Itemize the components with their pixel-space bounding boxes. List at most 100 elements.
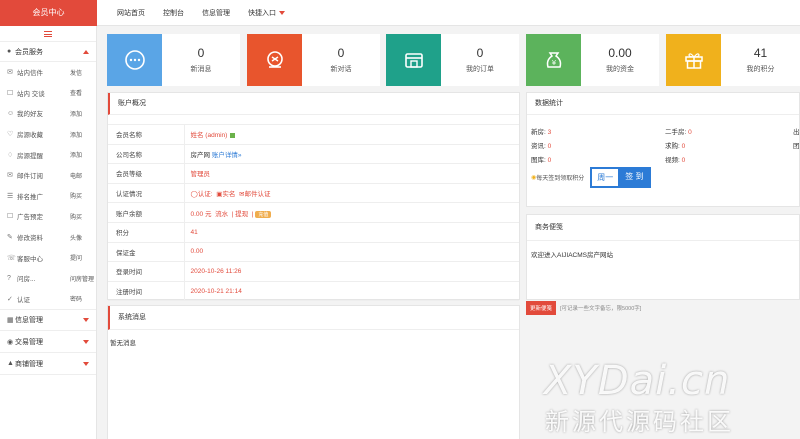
sign-in-button[interactable]: 签 到 — [619, 168, 650, 187]
stat-my-orders[interactable]: 0 我的订单 — [386, 34, 519, 86]
sidebar-item[interactable]: ♢ 房源提醒 添加 — [0, 144, 96, 165]
sign-hint: 每天签到领取积分 — [536, 176, 585, 182]
stat-caption: 新消息 — [190, 66, 212, 73]
email-cert-link[interactable]: 邮件认证 — [244, 191, 270, 198]
stat-group[interactable]: 团 — [793, 140, 800, 150]
sidebar-item-action[interactable]: 头像 — [70, 233, 96, 242]
flow-link[interactable]: 流水 — [215, 211, 228, 218]
sign-row: ◉ 每天签到领取积分 周一 签 到 — [527, 167, 799, 188]
watermark-text: 新源代源码社区 — [545, 408, 734, 436]
account-detail-link[interactable]: 账户详情» — [212, 152, 242, 159]
table-row: 会员等级 管理员 — [108, 163, 519, 184]
stat-news[interactable]: 资讯: 0 — [531, 140, 551, 150]
sidebar-section-info[interactable]: ▦ 信息管理 — [0, 309, 96, 332]
svg-text:¥: ¥ — [551, 59, 556, 67]
sidebar-item-label: 排名推广 — [17, 193, 43, 201]
message-icon — [107, 34, 162, 86]
brand-title[interactable]: 会员中心 — [0, 0, 97, 26]
stat-newhouse[interactable]: 新房: 3 — [531, 126, 551, 136]
top-nav: 网站首页 控制台 信息管理 快捷入口 — [108, 0, 294, 26]
sidebar-item[interactable]: ☺ 我的好友 添加 — [0, 103, 96, 124]
menu-toggle[interactable] — [0, 26, 96, 42]
account-overview-panel: 账户概况 会员名称 姓名 (admin) 公司名称 房产网 账户详情» 会员等级… — [107, 92, 520, 302]
sidebar-item-action[interactable]: 购买 — [70, 212, 96, 221]
money-icon: ¥ — [526, 34, 581, 86]
stat-my-funds[interactable]: ¥ 0.00 我的资金 — [526, 34, 659, 86]
sign-day: 周一 — [591, 168, 620, 187]
sidebar-item[interactable]: ☰ 排名推广 购买 — [0, 186, 96, 207]
deposit-value: 0.00 — [184, 242, 519, 263]
nav-console[interactable]: 控制台 — [154, 8, 193, 18]
table-row: 会员名称 姓名 (admin) — [108, 124, 519, 145]
stat-video[interactable]: 视频: 0 — [665, 154, 685, 164]
sidebar-item-action[interactable]: 购买 — [70, 191, 96, 200]
bell-icon: ♢ — [7, 151, 14, 159]
stat-value: 0 — [197, 46, 205, 60]
envelope-icon: ✉ — [7, 172, 13, 180]
sidebar-item[interactable]: ? 问房... 问房管理 — [0, 268, 96, 289]
sidebar-item[interactable]: ✉ 站内信件 发信 — [0, 62, 96, 83]
company-name: 房产网 — [190, 151, 211, 159]
stat-my-points[interactable]: 41 我的积分 — [666, 34, 800, 86]
sidebar-item[interactable]: ☐ 广告预定 购买 — [0, 206, 96, 227]
sidebar-item-action[interactable]: 添加 — [70, 130, 96, 139]
stat-value: 0 — [337, 46, 345, 60]
sign-widget: 周一 签 到 — [590, 167, 651, 188]
recharge-button[interactable]: 充值 — [255, 210, 272, 218]
sidebar-item-action[interactable]: 查看 — [70, 88, 96, 97]
sidebar-item[interactable]: ✓ 认证 密码 — [0, 289, 96, 310]
sidebar-section-trade[interactable]: ◉ 交易管理 — [0, 331, 96, 354]
real-name-link[interactable]: 实名 — [222, 191, 235, 198]
nav-info-manage[interactable]: 信息管理 — [193, 8, 239, 18]
sidebar-item-action[interactable]: 提问 — [70, 253, 96, 262]
service-icon: ☏ — [7, 254, 16, 262]
stat-rent[interactable]: 出 — [793, 126, 800, 136]
sidebar-item[interactable]: ☐ 站内 交谈 查看 — [0, 83, 96, 104]
panel-title: 账户概况 — [108, 93, 519, 115]
login-time: 2020-10-26 11:26 — [184, 261, 519, 282]
account-table: 会员名称 姓名 (admin) 公司名称 房产网 账户详情» 会员等级 管理员 … — [108, 124, 519, 302]
sidebar-item-action[interactable]: 添加 — [70, 150, 96, 159]
shield-icon: ◯ — [190, 191, 198, 199]
heart-icon: ♡ — [7, 131, 14, 139]
member-name: 姓名 (admin) — [190, 132, 228, 140]
chevron-down-icon — [83, 361, 89, 366]
memo-panel: 商务便笺 欢迎进入AIJIACMS房产网站 — [526, 214, 800, 300]
sidebar-section-shop[interactable]: ▲ 商铺管理 — [0, 353, 96, 376]
stat-gallery[interactable]: 图库: 0 — [531, 154, 551, 164]
memo-textarea[interactable]: 欢迎进入AIJIACMS房产网站 — [527, 241, 799, 299]
sidebar-item-label: 站内信件 — [17, 70, 43, 78]
sidebar-item-action[interactable]: 发信 — [70, 68, 96, 77]
stat-new-messages[interactable]: 0 新消息 — [107, 34, 240, 86]
stats-grid: 新房: 3 二手房: 0 出 资讯: 0 求购: 0 团 图库: 0 视频: 0 — [527, 115, 800, 164]
table-row: 账户余额 0.00 元 流水 | 提现 | 充值 — [108, 202, 519, 223]
sidebar-item[interactable]: ♡ 房源收藏 添加 — [0, 124, 96, 145]
sidebar-item[interactable]: ☏ 客服中心 提问 — [0, 247, 96, 268]
stat-new-dialogs[interactable]: 0 新对话 — [247, 34, 380, 86]
stat-wanted[interactable]: 求购: 0 — [665, 140, 685, 150]
stat-value: 0.00 — [608, 46, 632, 60]
member-level: 管理员 — [184, 163, 519, 184]
sidebar-item-action[interactable]: 问房管理 — [70, 274, 96, 283]
stat-caption: 我的订单 — [466, 66, 494, 73]
nav-home[interactable]: 网站首页 — [108, 8, 154, 18]
sidebar-item-label: 邮件订阅 — [17, 173, 43, 181]
question-icon: ? — [7, 274, 11, 282]
grid-icon: ▦ — [7, 317, 14, 325]
sidebar-item-action[interactable]: 添加 — [70, 109, 96, 118]
table-row: 积分 41 — [108, 222, 519, 243]
stat-caption: 新对话 — [330, 66, 352, 73]
sidebar-item[interactable]: ✎ 修改资料 头像 — [0, 227, 96, 248]
sidebar-item-action[interactable]: 密码 — [70, 294, 96, 303]
stat-value: 41 — [753, 46, 768, 60]
sidebar-item-action[interactable]: 电邮 — [70, 171, 96, 180]
stat-value: 0 — [476, 46, 484, 60]
stat-caption: 我的积分 — [746, 66, 775, 73]
sidebar-item[interactable]: ✉ 邮件订阅 电邮 — [0, 165, 96, 186]
table-row: 认证情况 ◯认证: ▣实名 ✉邮件认证 — [108, 183, 519, 204]
stat-secondhand[interactable]: 二手房: 0 — [665, 126, 692, 136]
sidebar-section-member[interactable]: ● 会员服务 — [0, 42, 96, 62]
withdraw-link[interactable]: 提现 — [235, 211, 248, 218]
nav-quick-entry[interactable]: 快捷入口 — [239, 8, 294, 18]
update-memo-button[interactable]: 更新便笺 — [526, 301, 557, 315]
